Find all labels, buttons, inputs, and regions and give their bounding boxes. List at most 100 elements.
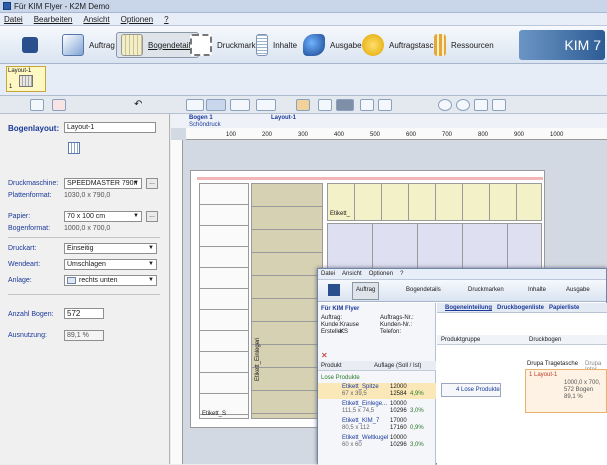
druckart-select[interactable]: Einseitig	[64, 243, 157, 254]
ruler-tick: 300	[298, 132, 309, 138]
flip-icon[interactable]	[360, 99, 374, 111]
anlage-select[interactable]: rechts unten	[64, 275, 157, 286]
ruler-tick: 1000	[550, 132, 564, 138]
menu-datei[interactable]: Datei	[4, 15, 23, 24]
etikett-einlege-column[interactable]	[251, 183, 323, 419]
plattenformat-label: Plattenformat:	[8, 192, 52, 199]
separator	[8, 237, 160, 238]
etikett-weltkugel-grid[interactable]	[327, 223, 542, 269]
dialog-save-icon[interactable]	[328, 284, 340, 296]
lose-produkte-node[interactable]: 4 Lose Produkte	[441, 383, 501, 397]
auftrag-button[interactable]: Auftrag▾	[62, 32, 124, 58]
ausgabe-button[interactable]: Ausgabe	[303, 32, 362, 58]
title-bar: Für KIM Flyer - K2M Demo	[0, 0, 607, 13]
lose-produkte-label: 4 Lose Produkte	[456, 387, 500, 393]
dialog-menu-datei[interactable]: Datei	[321, 271, 335, 277]
ressourcen-button[interactable]: Ressourcen	[434, 32, 494, 58]
druckbogen-size: 1000,0 x 700,	[564, 380, 601, 386]
etikett-kim-grid[interactable]	[327, 183, 542, 221]
papier-browse-button[interactable]: ...	[146, 211, 158, 222]
auftragstasche-button[interactable]: Auftragstasche	[362, 32, 442, 58]
lose-produkte-group[interactable]: Lose Produkte	[321, 375, 360, 381]
menu-bearbeiten[interactable]: Bearbeiten	[34, 15, 73, 24]
tab-bogeneinteilung[interactable]: Bogeneinteilung	[445, 305, 492, 311]
delete-icon[interactable]: ✕	[321, 351, 328, 360]
window-title: Für KIM Flyer - K2M Demo	[14, 1, 110, 11]
dialog-bogendetails-button[interactable]: Bogendetails	[406, 287, 441, 293]
dialog-menu-optionen[interactable]: Optionen	[369, 271, 393, 277]
ruler-tick: 500	[370, 132, 381, 138]
zoom-fit-icon[interactable]	[474, 99, 488, 111]
bogendetails-button[interactable]: Bogendetails	[116, 32, 200, 58]
order-dialog[interactable]: Datei Ansicht Optionen ? Auftrag Bogende…	[317, 268, 607, 465]
undo-icon[interactable]: ↶	[134, 99, 142, 110]
druckbogen-card[interactable]: 1 Layout-1 1000,0 x 700, 572 Bogen 89,1 …	[525, 369, 607, 413]
layout-triple-icon[interactable]	[256, 99, 276, 111]
row-dim: 60 x 60	[342, 442, 362, 448]
auftrag-label: Auftrag:	[321, 315, 343, 321]
dialog-menu-help[interactable]: ?	[400, 271, 403, 277]
etikett-vertical-label: Etikett_Einlegeri	[255, 337, 261, 381]
etikett-bottom-label: Etikett_S	[202, 411, 227, 417]
separator	[8, 294, 160, 295]
menu-ansicht[interactable]: Ansicht	[83, 15, 109, 24]
row-ist: 10296	[390, 442, 407, 448]
druckmarken-button[interactable]: Druckmarken	[190, 32, 265, 58]
layout-single-icon[interactable]	[206, 99, 226, 111]
ruler-tick: 800	[478, 132, 489, 138]
table-row[interactable]: Etikett_Einlege... 111,5 x 74,5 10000 10…	[318, 400, 436, 416]
tab-druckbogenliste[interactable]: Druckbogenliste	[497, 305, 544, 311]
layout-thumb[interactable]: Layout-1 1	[6, 66, 46, 92]
dialog-menu-ansicht[interactable]: Ansicht	[342, 271, 362, 277]
menu-help[interactable]: ?	[164, 15, 168, 24]
menu-optionen[interactable]: Optionen	[121, 15, 153, 24]
ersteller-value: KS	[340, 329, 349, 335]
etikett-spitze-column[interactable]	[199, 183, 249, 419]
row-ist: 10296	[390, 408, 407, 414]
inhalte-button[interactable]: Inhalte	[256, 32, 297, 58]
dialog-inhalte-button[interactable]: Inhalte	[528, 287, 546, 293]
settings-icon[interactable]	[378, 99, 392, 111]
vertical-ruler	[171, 140, 183, 464]
hand-icon[interactable]	[492, 99, 506, 111]
dialog-druckmarken-button[interactable]: Druckmarken	[468, 287, 504, 293]
anzahl-bogen-input[interactable]: 572	[64, 308, 104, 319]
menu-bar: Datei Bearbeiten Ansicht Optionen ?	[0, 13, 607, 26]
zoom-in-icon[interactable]	[438, 99, 452, 111]
sheet-icon[interactable]	[336, 99, 354, 111]
swap-icon[interactable]	[318, 99, 332, 111]
auftrag-icon	[62, 34, 84, 56]
table-row[interactable]: Etikett_Weltkugel 60 x 60 10000 10296 3,…	[318, 434, 436, 450]
tab-papierliste[interactable]: Papierliste	[549, 305, 579, 311]
layout-thumb-label: Layout-1	[8, 68, 32, 74]
table-row[interactable]: Etikett_Spitze 67 x 39,5 12000 12584 4,9…	[318, 383, 436, 399]
druckmaschine-label: Druckmaschine:	[8, 180, 59, 187]
kunde-value: Krause	[340, 322, 360, 328]
save-button[interactable]	[22, 32, 38, 58]
druckmaschine-browse-button[interactable]: ...	[146, 178, 158, 189]
layout-grid-icon[interactable]	[186, 99, 204, 111]
select-tool[interactable]	[30, 99, 44, 111]
ausgabe-icon	[303, 34, 325, 56]
kunde-label: Kunde:	[321, 322, 341, 328]
dialog-right-pane: Bogeneinteilung Druckbogenliste Papierli…	[437, 303, 607, 465]
zoom-out-icon[interactable]	[456, 99, 470, 111]
bogenlayout-label: Bogenlayout:	[8, 124, 60, 133]
anlage-label: Anlage:	[8, 277, 32, 284]
druckmaschine-select[interactable]: SPEEDMASTER 790n	[64, 178, 142, 189]
papier-label: Papier:	[8, 213, 31, 220]
wendeart-select[interactable]: Umschlagen	[64, 259, 157, 270]
book-icon[interactable]	[296, 99, 310, 111]
papier-select[interactable]: 70 x 100 cm	[64, 211, 142, 222]
row-name: Etikett_KIM_7	[342, 418, 380, 424]
layout-double-icon[interactable]	[230, 99, 250, 111]
row-dim: 67 x 39,5	[342, 391, 367, 397]
dialog-ausgabe-button[interactable]: Ausgabe	[566, 287, 590, 293]
sheet-toolbar: ↶	[0, 96, 607, 114]
dialog-auftrag-button[interactable]: Auftrag	[352, 282, 380, 300]
table-row[interactable]: Etikett_KIM_7 80,5 x 112 17000 17160 0,9…	[318, 417, 436, 433]
bogenlayout-input[interactable]: Layout-1	[64, 122, 156, 133]
druckart-label: Druckart:	[8, 245, 37, 252]
grid-tool[interactable]	[52, 99, 66, 111]
layout-grid-icon[interactable]	[68, 142, 80, 154]
